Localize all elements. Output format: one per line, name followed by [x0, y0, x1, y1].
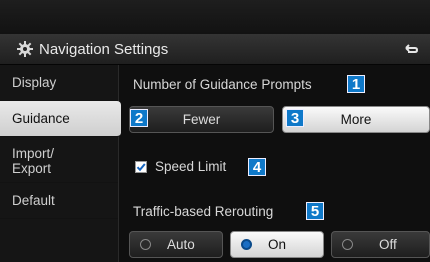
more-button[interactable]: More [282, 106, 430, 133]
gear-icon [16, 40, 34, 58]
more-button-label: More [340, 112, 372, 127]
rerouting-option-label: Auto [167, 237, 195, 252]
rerouting-option-auto[interactable]: Auto [129, 231, 223, 258]
sidebar-item-label-line1: Import/ [12, 145, 55, 161]
sidebar-item-display[interactable]: Display [0, 65, 118, 101]
rerouting-option-on[interactable]: On [230, 231, 324, 258]
page-title: Navigation Settings [39, 40, 169, 58]
callout-badge-4: 4 [248, 158, 266, 176]
sidebar-item-label: Display [12, 75, 57, 90]
guidance-panel: Number of Guidance Prompts 1 Fewer 2 Mor… [119, 65, 430, 262]
guidance-prompts-label: Number of Guidance Prompts [133, 77, 312, 92]
title-bar: Navigation Settings [0, 34, 430, 65]
back-icon[interactable] [402, 40, 420, 58]
fewer-button[interactable]: Fewer [129, 106, 274, 133]
rerouting-option-label: Off [379, 237, 397, 252]
callout-badge-3: 3 [286, 109, 304, 127]
sidebar: Display Guidance Import/ Export Default [0, 65, 121, 262]
fewer-button-label: Fewer [182, 112, 221, 127]
sidebar-item-label-line2: Export [12, 160, 52, 176]
rerouting-option-off[interactable]: Off [331, 231, 430, 258]
speed-limit-label[interactable]: Speed Limit [155, 159, 226, 174]
callout-badge-2: 2 [130, 109, 148, 127]
rerouting-label: Traffic-based Rerouting [133, 204, 274, 219]
checkmark-icon [136, 163, 146, 172]
rerouting-option-label: On [268, 237, 287, 252]
sidebar-item-label: Guidance [12, 111, 70, 126]
radio-off-icon [140, 239, 151, 250]
sidebar-item-guidance[interactable]: Guidance [0, 101, 121, 137]
sidebar-item-label: Default [12, 193, 55, 208]
speed-limit-checkbox[interactable] [135, 161, 147, 173]
radio-off-icon [342, 239, 353, 250]
radio-on-icon [241, 239, 252, 250]
top-strip [0, 0, 430, 34]
callout-badge-5: 5 [306, 202, 324, 220]
callout-badge-1: 1 [347, 75, 365, 93]
sidebar-item-default[interactable]: Default [0, 183, 118, 219]
sidebar-item-import-export[interactable]: Import/ Export [0, 137, 118, 183]
